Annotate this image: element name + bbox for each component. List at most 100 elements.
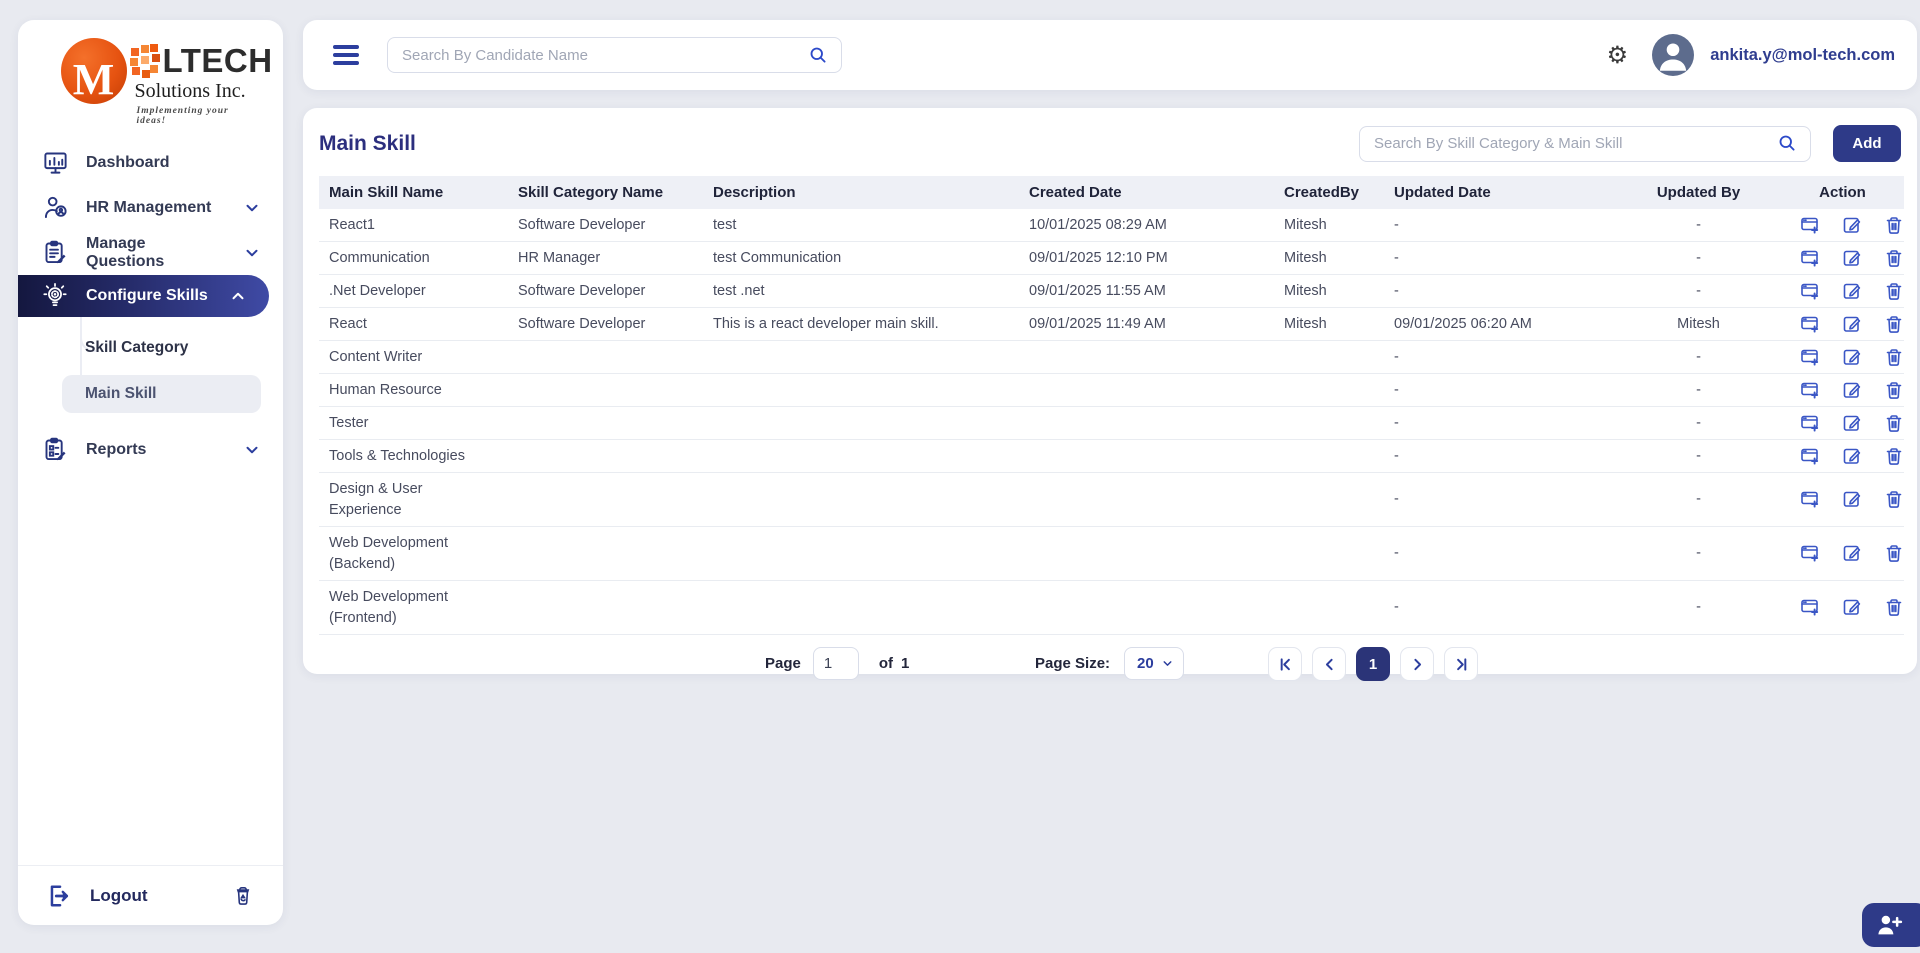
table-row: Tester - - bbox=[319, 407, 1904, 440]
cell-updated-by: - bbox=[1616, 341, 1781, 374]
skill-search bbox=[1359, 126, 1811, 162]
sidebar-subitem-main-skill[interactable]: Main Skill bbox=[62, 375, 261, 413]
cell-updated-by: - bbox=[1616, 374, 1781, 407]
delete-icon[interactable] bbox=[1884, 543, 1904, 563]
cell-skill-category bbox=[508, 407, 703, 440]
window-add-icon[interactable] bbox=[1800, 446, 1820, 466]
window-add-icon[interactable] bbox=[1800, 347, 1820, 367]
col-created-date: Created Date bbox=[1019, 176, 1274, 209]
main-skill-table: Main Skill Name Skill Category Name Desc… bbox=[319, 176, 1904, 635]
delete-icon[interactable] bbox=[1884, 248, 1904, 268]
delete-icon[interactable] bbox=[1884, 489, 1904, 509]
add-user-button[interactable] bbox=[1862, 903, 1920, 947]
edit-icon[interactable] bbox=[1842, 248, 1862, 268]
last-page-button[interactable] bbox=[1444, 647, 1478, 681]
edit-icon[interactable] bbox=[1842, 380, 1862, 400]
edit-icon[interactable] bbox=[1842, 347, 1862, 367]
page-size-select[interactable]: 20 bbox=[1124, 647, 1184, 680]
company-logo: M LTECH Solutions Inc. Implementing your… bbox=[43, 36, 259, 128]
page-1-button[interactable]: 1 bbox=[1356, 647, 1390, 681]
topbar: ⚙ ankita.y@mol-tech.com bbox=[303, 20, 1917, 90]
skill-search-input[interactable] bbox=[1374, 135, 1777, 152]
user-email[interactable]: ankita.y@mol-tech.com bbox=[1710, 46, 1895, 65]
table-row: Tools & Technologies - - bbox=[319, 440, 1904, 473]
delete-icon[interactable] bbox=[1884, 446, 1904, 466]
logo-tagline: Implementing your ideas! bbox=[137, 106, 259, 126]
edit-icon[interactable] bbox=[1842, 281, 1862, 301]
prev-page-button[interactable] bbox=[1312, 647, 1346, 681]
edit-icon[interactable] bbox=[1842, 314, 1862, 334]
window-add-icon[interactable] bbox=[1800, 597, 1820, 617]
window-add-icon[interactable] bbox=[1800, 248, 1820, 268]
delete-icon[interactable] bbox=[1884, 597, 1904, 617]
cell-updated-date: - bbox=[1384, 209, 1616, 242]
cell-created-date: 10/01/2025 08:29 AM bbox=[1019, 209, 1274, 242]
page-number-input[interactable] bbox=[813, 647, 859, 680]
cell-updated-date: - bbox=[1384, 407, 1616, 440]
edit-icon[interactable] bbox=[1842, 413, 1862, 433]
candidate-search-input[interactable] bbox=[402, 47, 808, 64]
edit-icon[interactable] bbox=[1842, 446, 1862, 466]
cell-main-skill-name: .Net Developer bbox=[319, 275, 508, 308]
edit-icon[interactable] bbox=[1842, 489, 1862, 509]
table-row: Communication HR Manager test Communicat… bbox=[319, 242, 1904, 275]
menu-icon[interactable] bbox=[333, 45, 359, 65]
window-add-icon[interactable] bbox=[1800, 413, 1820, 433]
edit-icon[interactable] bbox=[1842, 215, 1862, 235]
window-add-icon[interactable] bbox=[1800, 215, 1820, 235]
col-description: Description bbox=[703, 176, 1019, 209]
cell-skill-category: Software Developer bbox=[508, 308, 703, 341]
delete-icon[interactable] bbox=[1884, 380, 1904, 400]
cell-description bbox=[703, 374, 1019, 407]
cell-created-by: Mitesh bbox=[1274, 209, 1384, 242]
col-action: Action bbox=[1781, 176, 1904, 209]
window-add-icon[interactable] bbox=[1800, 489, 1820, 509]
sidebar-item-configure-skills[interactable]: Configure Skills bbox=[18, 275, 269, 317]
delete-icon[interactable] bbox=[1884, 281, 1904, 301]
window-add-icon[interactable] bbox=[1800, 543, 1820, 563]
avatar[interactable] bbox=[1652, 34, 1694, 76]
cell-created-by bbox=[1274, 374, 1384, 407]
page-size-value: 20 bbox=[1137, 655, 1154, 672]
sidebar: M LTECH Solutions Inc. Implementing your… bbox=[18, 20, 283, 925]
search-icon[interactable] bbox=[808, 45, 829, 66]
add-button[interactable]: Add bbox=[1833, 125, 1901, 162]
cell-updated-by: Mitesh bbox=[1616, 308, 1781, 341]
recycle-bin-icon[interactable] bbox=[231, 884, 255, 908]
sidebar-item-manage-questions[interactable]: Manage Questions bbox=[18, 230, 283, 275]
sidebar-item-reports[interactable]: Reports bbox=[18, 427, 283, 472]
delete-icon[interactable] bbox=[1884, 413, 1904, 433]
search-icon[interactable] bbox=[1777, 133, 1798, 154]
edit-icon[interactable] bbox=[1842, 543, 1862, 563]
cell-description: test bbox=[703, 209, 1019, 242]
avatar-person-icon bbox=[1652, 34, 1694, 76]
logout-button[interactable]: Logout bbox=[90, 886, 148, 906]
delete-icon[interactable] bbox=[1884, 215, 1904, 235]
table-header-row: Main Skill Name Skill Category Name Desc… bbox=[319, 176, 1904, 209]
next-page-button[interactable] bbox=[1400, 647, 1434, 681]
gear-icon[interactable]: ⚙ bbox=[1607, 43, 1629, 67]
cell-description bbox=[703, 440, 1019, 473]
cell-updated-date: - bbox=[1384, 242, 1616, 275]
sidebar-item-hr-management[interactable]: HR Management bbox=[18, 185, 283, 230]
sidebar-subitem-skill-category[interactable]: Skill Category bbox=[18, 329, 283, 367]
cell-created-date bbox=[1019, 473, 1274, 527]
delete-icon[interactable] bbox=[1884, 347, 1904, 367]
window-add-icon[interactable] bbox=[1800, 314, 1820, 334]
main-skill-panel: Main Skill Add Main Skill Name Skill Cat… bbox=[303, 108, 1917, 674]
logo-company-text: Solutions Inc. bbox=[135, 80, 246, 103]
window-add-icon[interactable] bbox=[1800, 281, 1820, 301]
window-add-icon[interactable] bbox=[1800, 380, 1820, 400]
cell-created-date bbox=[1019, 527, 1274, 581]
sidebar-subitem-label: Main Skill bbox=[85, 385, 157, 403]
delete-icon[interactable] bbox=[1884, 314, 1904, 334]
cell-updated-by: - bbox=[1616, 440, 1781, 473]
edit-icon[interactable] bbox=[1842, 597, 1862, 617]
cell-updated-by: - bbox=[1616, 407, 1781, 440]
cell-description bbox=[703, 407, 1019, 440]
sidebar-item-dashboard[interactable]: Dashboard bbox=[18, 140, 283, 185]
col-created-by: CreatedBy bbox=[1274, 176, 1384, 209]
first-page-button[interactable] bbox=[1268, 647, 1302, 681]
hr-person-icon bbox=[40, 193, 70, 223]
logo-pixel-o-icon bbox=[131, 48, 139, 56]
